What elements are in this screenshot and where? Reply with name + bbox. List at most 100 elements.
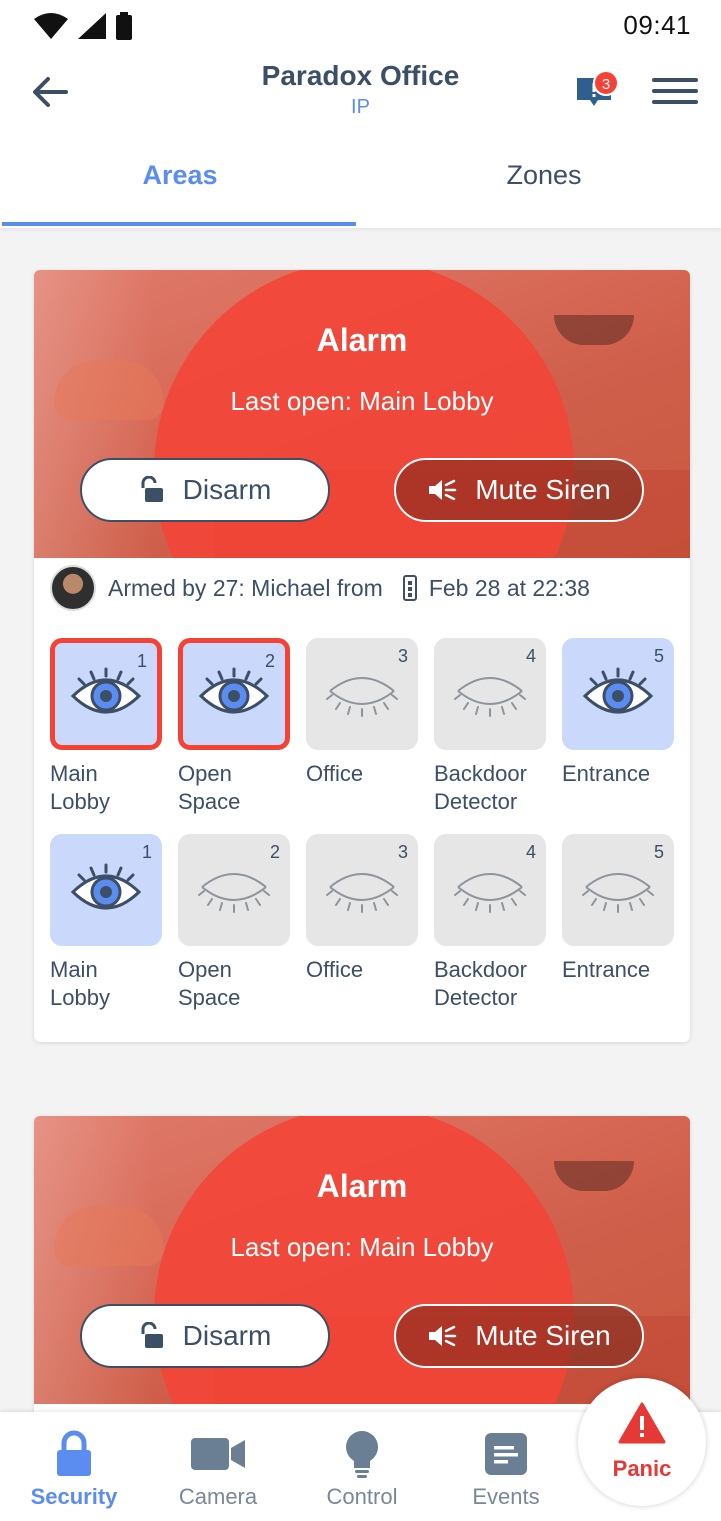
status-time: 09:41 (623, 10, 691, 40)
unlock-icon (141, 476, 163, 502)
nav-control[interactable]: Control (290, 1430, 434, 1509)
armed-by-row: Armed by 27: Michael from Feb 28 at 22:3… (50, 564, 590, 612)
eye-open-icon (198, 667, 270, 714)
zone-status-tile: 5 (562, 834, 674, 946)
zone-name-line2: Space (178, 789, 241, 814)
nav-camera[interactable]: Camera (146, 1430, 290, 1509)
zone-name-line2: Detector (434, 985, 518, 1010)
remote-icon (402, 575, 417, 601)
mute-siren-button[interactable]: Mute Siren (394, 1304, 644, 1368)
zone-name: Open Space (178, 760, 290, 816)
zone-name: Entrance (562, 760, 674, 788)
zone-number: 3 (397, 646, 408, 666)
area-banner: Alarm Last open: Main Lobby Disarm Mute … (34, 270, 690, 558)
zone-tile[interactable]: 1 Main Lobby (50, 834, 162, 1012)
unlock-icon (141, 1322, 163, 1348)
zone-number: 1 (136, 651, 147, 671)
eye-closed-icon (198, 873, 270, 913)
zone-status-tile: 1 (50, 638, 162, 750)
zone-tile[interactable]: 3 Office (306, 638, 418, 788)
zone-tile[interactable]: 3 Office (306, 834, 418, 984)
zone-name-line1: Backdoor (434, 957, 527, 982)
mute-siren-label: Mute Siren (475, 474, 611, 505)
eye-open-icon (70, 863, 142, 910)
signal-icon (78, 13, 106, 39)
zone-name-line2: Lobby (50, 789, 110, 814)
eye-closed-icon (326, 677, 398, 717)
alarm-title: Alarm (316, 1168, 408, 1204)
eye-closed-icon (582, 873, 654, 913)
nav-events[interactable]: Events (434, 1430, 578, 1509)
notification-badge: 3 (593, 70, 619, 96)
tab-bar: Areas Zones (0, 142, 721, 228)
zone-number: 2 (264, 651, 275, 671)
zone-status-tile: 3 (306, 834, 418, 946)
zone-grid: 1 Main Lobby 2 Open Space 3 Office 4 Backdoor Dete… (50, 638, 690, 1030)
zone-name: Office (306, 760, 418, 788)
eye-open-icon (582, 667, 654, 714)
zone-name: Entrance (562, 956, 674, 984)
zone-name: Office (306, 956, 418, 984)
zone-number: 1 (141, 842, 152, 862)
armed-by-text: Armed by 27: Michael from (108, 574, 383, 601)
zone-tile[interactable]: 1 Main Lobby (50, 638, 162, 816)
tab-zones[interactable]: Zones (364, 160, 721, 191)
eye-open-icon (70, 667, 142, 714)
zone-tile[interactable]: 2 Open Space (178, 834, 290, 1012)
disarm-button[interactable]: Disarm (80, 458, 330, 522)
nav-security[interactable]: Security (2, 1430, 146, 1509)
speaker-mute-icon (429, 1325, 457, 1347)
events-icon (485, 1433, 527, 1475)
zone-name-line1: Entrance (562, 957, 651, 982)
zone-name-line1: Main (50, 957, 98, 982)
zone-tile[interactable]: 4 Backdoor Detector (434, 834, 546, 1012)
zone-status-tile: 4 (434, 638, 546, 750)
zone-name-line1: Main (50, 761, 98, 786)
zone-status-tile: 1 (50, 834, 162, 946)
armed-time: Feb 28 at 22:38 (428, 574, 590, 601)
zone-name-line1: Office (306, 957, 364, 982)
zone-status-tile: 4 (434, 834, 546, 946)
zone-tile[interactable]: 5 Entrance (562, 834, 674, 984)
hamburger-menu-icon[interactable] (652, 78, 698, 108)
disarm-label: Disarm (182, 474, 272, 505)
zone-name: Main Lobby (50, 760, 162, 816)
disarm-button[interactable]: Disarm (80, 1304, 330, 1368)
nav-label: Security (30, 1484, 118, 1509)
zone-number: 5 (653, 646, 664, 666)
lock-icon (57, 1430, 91, 1476)
eye-closed-icon (326, 873, 398, 913)
zone-number: 4 (525, 842, 536, 862)
status-icons (34, 12, 132, 40)
zone-name: Open Space (178, 956, 290, 1012)
zone-tile[interactable]: 5 Entrance (562, 638, 674, 788)
tab-active-indicator (2, 222, 356, 226)
zone-status-tile: 3 (306, 638, 418, 750)
zone-name-line2: Detector (434, 789, 518, 814)
zone-name-line1: Open (178, 761, 232, 786)
nav-label: Camera (178, 1484, 258, 1509)
tab-areas[interactable]: Areas (0, 160, 360, 191)
zone-name: Backdoor Detector (434, 760, 546, 816)
wifi-icon (34, 13, 68, 39)
zone-name-line1: Backdoor (434, 761, 527, 786)
camera-icon (191, 1438, 245, 1470)
speaker-mute-icon (429, 479, 457, 501)
mute-siren-label: Mute Siren (475, 1320, 611, 1351)
mute-siren-button[interactable]: Mute Siren (394, 458, 644, 522)
zone-tile[interactable]: 4 Backdoor Detector (434, 638, 546, 816)
zone-name-line1: Open (178, 957, 232, 982)
zone-number: 3 (397, 842, 408, 862)
panic-button[interactable]: Panic (578, 1378, 706, 1506)
zone-row: 1 Main Lobby 2 Open Space 3 Office 4 Backdoor Dete… (50, 834, 690, 1030)
battery-icon (116, 12, 132, 40)
warning-icon (618, 1402, 666, 1444)
zone-name: Main Lobby (50, 956, 162, 1012)
zone-status-tile: 2 (178, 834, 290, 946)
zone-tile[interactable]: 2 Open Space (178, 638, 290, 816)
zone-name-line2: Space (178, 985, 241, 1010)
zone-status-tile: 5 (562, 638, 674, 750)
eye-closed-icon (454, 873, 526, 913)
zone-name-line1: Office (306, 761, 364, 786)
panic-label: Panic (612, 1456, 672, 1481)
